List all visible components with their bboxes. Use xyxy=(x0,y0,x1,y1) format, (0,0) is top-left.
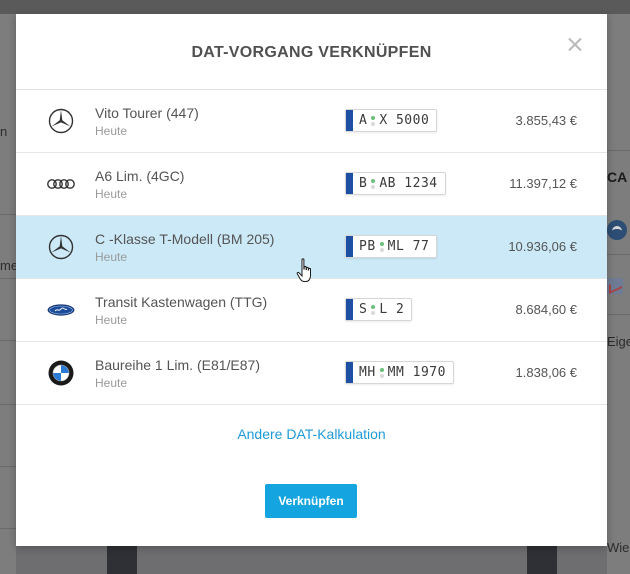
plate-number: L 2 xyxy=(379,302,405,317)
vehicle-price: 3.855,43 € xyxy=(515,113,577,128)
link-button[interactable]: Verknüpfen xyxy=(265,484,357,518)
list-item[interactable]: Transit Kastenwagen (TTG) Heute S L 2 8.… xyxy=(16,279,607,342)
ford-logo-icon xyxy=(46,297,76,323)
list-item[interactable]: Vito Tourer (447) Heute A X 5000 3.855,4… xyxy=(16,90,607,153)
list-item[interactable]: Baureihe 1 Lim. (E81/E87) Heute MH MM 19… xyxy=(16,342,607,405)
vehicle-price: 11.397,12 € xyxy=(509,176,577,191)
background-header-strip xyxy=(0,0,630,14)
eu-band xyxy=(346,236,353,257)
plate-district: A xyxy=(359,113,368,128)
vehicle-price: 10.936,06 € xyxy=(508,239,577,254)
vehicle-date: Heute xyxy=(95,250,128,264)
plate-district: MH xyxy=(359,365,376,380)
background-dark-block xyxy=(527,546,557,574)
background-right-panel: CA Eige Wie xyxy=(607,14,630,574)
background-dark-block xyxy=(107,546,137,574)
vehicle-model: C -Klasse T-Modell (BM 205) xyxy=(95,231,275,247)
bmw-logo-icon xyxy=(46,360,76,386)
vehicle-date: Heute xyxy=(95,124,128,138)
vehicle-model: A6 Lim. (4GC) xyxy=(95,168,185,184)
chart-icon xyxy=(607,278,623,294)
eu-band xyxy=(346,173,353,194)
eu-band xyxy=(346,110,353,131)
license-plate: A X 5000 xyxy=(345,109,438,132)
vehicle-model: Vito Tourer (447) xyxy=(95,105,199,121)
plate-number: ML 77 xyxy=(387,239,430,254)
plate-number: MM 1970 xyxy=(387,365,446,380)
background-text-fragment: CA xyxy=(607,169,628,185)
vehicle-model: Baureihe 1 Lim. (E81/E87) xyxy=(95,357,260,373)
mercedes-logo-icon xyxy=(46,234,76,260)
license-plate: S L 2 xyxy=(345,298,413,321)
eu-band xyxy=(346,299,353,320)
modal-title: DAT-VORGANG VERKNÜPFEN xyxy=(191,44,432,61)
mercedes-logo-icon xyxy=(46,108,76,134)
license-plate: PB ML 77 xyxy=(345,235,438,258)
license-plate: B AB 1234 xyxy=(345,172,446,195)
audi-logo-icon xyxy=(46,171,76,197)
close-icon[interactable] xyxy=(564,34,586,56)
other-dat-calculation-link[interactable]: Andere DAT-Kalkulation xyxy=(16,426,607,442)
plate-number: AB 1234 xyxy=(379,176,438,191)
background-text-fragment: Wie xyxy=(607,540,630,555)
dat-process-list: Vito Tourer (447) Heute A X 5000 3.855,4… xyxy=(16,89,607,405)
background-text-fragment: Eige xyxy=(607,334,630,349)
license-plate: MH MM 1970 xyxy=(345,361,454,384)
vehicle-price: 8.684,60 € xyxy=(515,302,577,317)
plate-district: PB xyxy=(359,239,376,254)
vehicle-date: Heute xyxy=(95,376,128,390)
vehicle-date: Heute xyxy=(95,187,128,201)
plate-number: X 5000 xyxy=(379,113,430,128)
plate-district: B xyxy=(359,176,368,191)
chat-icon xyxy=(607,220,627,240)
list-item[interactable]: A6 Lim. (4GC) Heute B AB 1234 11.397,12 … xyxy=(16,153,607,216)
vehicle-model: Transit Kastenwagen (TTG) xyxy=(95,294,268,310)
eu-band xyxy=(346,362,353,383)
vehicle-date: Heute xyxy=(95,313,128,327)
background-text-fragment: n xyxy=(0,124,8,139)
vehicle-price: 1.838,06 € xyxy=(515,365,577,380)
hand-cursor-icon xyxy=(296,258,311,282)
plate-district: S xyxy=(359,302,368,317)
background-left-panel: n me xyxy=(0,14,18,574)
